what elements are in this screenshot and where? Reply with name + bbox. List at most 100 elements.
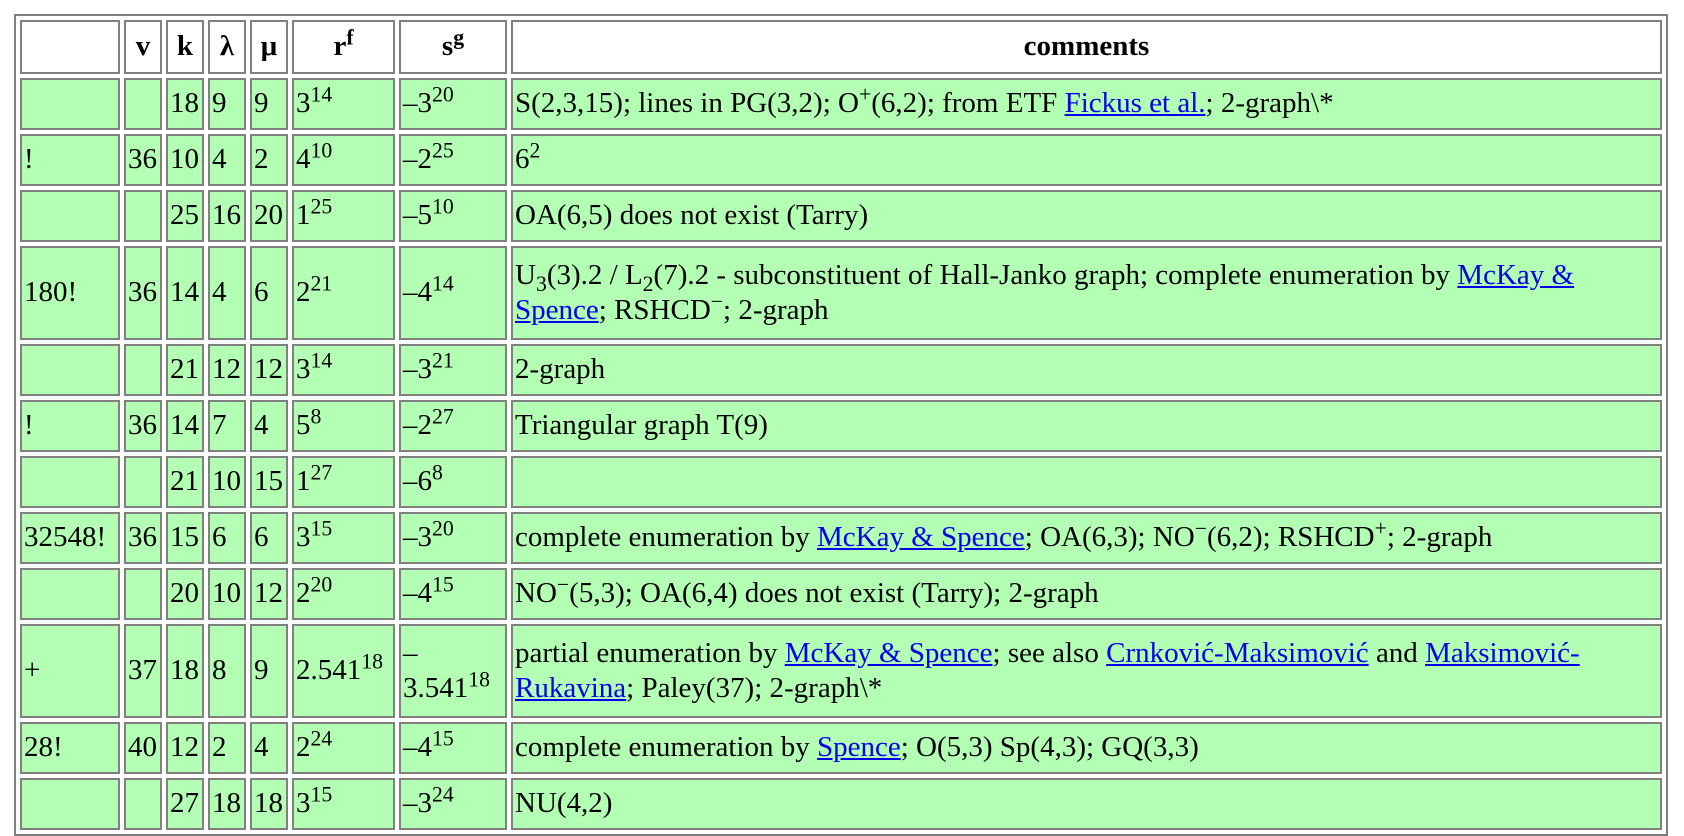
header-r-exponent: f [346, 25, 354, 50]
r-base: 5 [296, 409, 311, 442]
count-cell [20, 344, 120, 396]
r-base: 3 [296, 787, 311, 820]
mckay-spence-link[interactable]: McKay & Spence [785, 637, 993, 669]
r-cell: 127 [292, 456, 395, 508]
r-base: 2 [296, 276, 311, 309]
r-cell: 315 [292, 512, 395, 564]
r-base: 3 [296, 87, 311, 120]
s-cell: –414 [399, 246, 507, 340]
k-cell: 14 [166, 246, 204, 340]
table-row: 27 18 18 315 –324 NU(4,2) [20, 778, 1662, 830]
header-k: k [166, 20, 204, 74]
mu-cell: 4 [250, 400, 288, 452]
mu-cell: 4 [250, 722, 288, 774]
s-base: –4 [403, 577, 432, 610]
s-multiplicity: 20 [432, 82, 454, 107]
s-cell: –324 [399, 778, 507, 830]
fickus-link[interactable]: Fickus et al. [1065, 87, 1206, 119]
s-cell: –3.54118 [399, 624, 507, 718]
s-cell: –510 [399, 190, 507, 242]
comment-text: ; RSHCD [598, 294, 711, 326]
v-cell [124, 78, 162, 130]
k-cell: 18 [166, 78, 204, 130]
s-multiplicity: 18 [468, 667, 490, 692]
lambda-cell: 10 [208, 568, 246, 620]
mu-cell: 9 [250, 78, 288, 130]
r-base: 2 [296, 577, 311, 610]
mu-cell: 12 [250, 568, 288, 620]
comment-text: (6,2); from ETF [871, 87, 1065, 120]
k-cell: 15 [166, 512, 204, 564]
s-multiplicity: 20 [432, 516, 454, 541]
comment-sup: − [1194, 516, 1207, 541]
header-r: rf [292, 20, 395, 74]
srg-parameter-table: v k λ μ rf sg comments 18 9 9 314 –320 S… [14, 14, 1668, 836]
header-row: v k λ μ rf sg comments [20, 20, 1662, 74]
mckay-spence-link[interactable]: McKay & Spence [817, 521, 1025, 553]
table-row: ! 36 10 4 2 410 –225 62 [20, 134, 1662, 186]
s-base: –4 [403, 731, 432, 764]
r-cell: 224 [292, 722, 395, 774]
s-multiplicity: 10 [432, 194, 454, 219]
s-base: –3 [403, 87, 432, 120]
comments-cell: S(2,3,15); lines in PG(3,2); O+(6,2); fr… [511, 78, 1662, 130]
comment-text: complete enumeration by [515, 521, 817, 554]
lambda-cell: 10 [208, 456, 246, 508]
table-row: 32548! 36 15 6 6 315 –320 complete enume… [20, 512, 1662, 564]
comment-text: NO [515, 577, 557, 610]
comment-sub: 2 [642, 271, 654, 296]
lambda-cell: 8 [208, 624, 246, 718]
s-base: –6 [403, 465, 432, 498]
r-multiplicity: 10 [310, 138, 333, 163]
s-cell: –415 [399, 722, 507, 774]
k-cell: 14 [166, 400, 204, 452]
s-base: –2 [403, 409, 432, 442]
comments-cell [511, 456, 1662, 508]
s-cell: –225 [399, 134, 507, 186]
comments-cell: 2-graph [511, 344, 1662, 396]
comment-text: ; 2-graph [723, 294, 829, 326]
lambda-cell: 7 [208, 400, 246, 452]
comment-text: ; 2-graph\* [1205, 87, 1334, 120]
comments-cell: complete enumeration by McKay & Spence; … [511, 512, 1662, 564]
comments-cell: complete enumeration by Spence; O(5,3) S… [511, 722, 1662, 774]
table-row: ! 36 14 7 4 58 –227 Triangular graph T(9… [20, 400, 1662, 452]
comment-text: (6,2); RSHCD [1207, 521, 1375, 554]
k-cell: 12 [166, 722, 204, 774]
comments-cell: 62 [511, 134, 1662, 186]
lambda-cell: 16 [208, 190, 246, 242]
r-multiplicity: 14 [310, 348, 333, 373]
s-cell: –68 [399, 456, 507, 508]
spence-link[interactable]: Spence [817, 731, 901, 763]
header-comments: comments [511, 20, 1662, 74]
comment-text: (5,3); OA(6,4) does not exist (Tarry); 2… [569, 577, 1099, 610]
comment-sup: + [1374, 516, 1387, 541]
table-row: 20 10 12 220 –415 NO−(5,3); OA(6,4) does… [20, 568, 1662, 620]
mu-cell: 6 [250, 512, 288, 564]
comment-text: 6 [515, 143, 530, 176]
k-cell: 20 [166, 568, 204, 620]
s-multiplicity: 25 [432, 138, 454, 163]
table-row: 21 10 15 127 –68 [20, 456, 1662, 508]
r-base: 3 [296, 521, 311, 554]
r-multiplicity: 18 [361, 649, 383, 674]
v-cell: 36 [124, 400, 162, 452]
s-base: –3 [403, 521, 432, 554]
s-multiplicity: 15 [432, 572, 454, 597]
v-cell: 36 [124, 134, 162, 186]
count-cell [20, 456, 120, 508]
r-cell: 314 [292, 344, 395, 396]
table-row: + 37 18 8 9 2.54118 –3.54118 partial enu… [20, 624, 1662, 718]
r-base: 2 [296, 731, 311, 764]
r-base: 1 [296, 199, 311, 232]
crnkovic-maksimovic-link[interactable]: Crnković-Maksimović [1106, 637, 1369, 669]
r-cell: 315 [292, 778, 395, 830]
mu-cell: 2 [250, 134, 288, 186]
comments-cell: Triangular graph T(9) [511, 400, 1662, 452]
r-multiplicity: 25 [310, 194, 333, 219]
comment-text: ; O(5,3) Sp(4,3); GQ(3,3) [900, 731, 1199, 764]
s-cell: –321 [399, 344, 507, 396]
r-base: 2.541 [296, 654, 362, 687]
r-multiplicity: 20 [310, 572, 333, 597]
v-cell [124, 568, 162, 620]
